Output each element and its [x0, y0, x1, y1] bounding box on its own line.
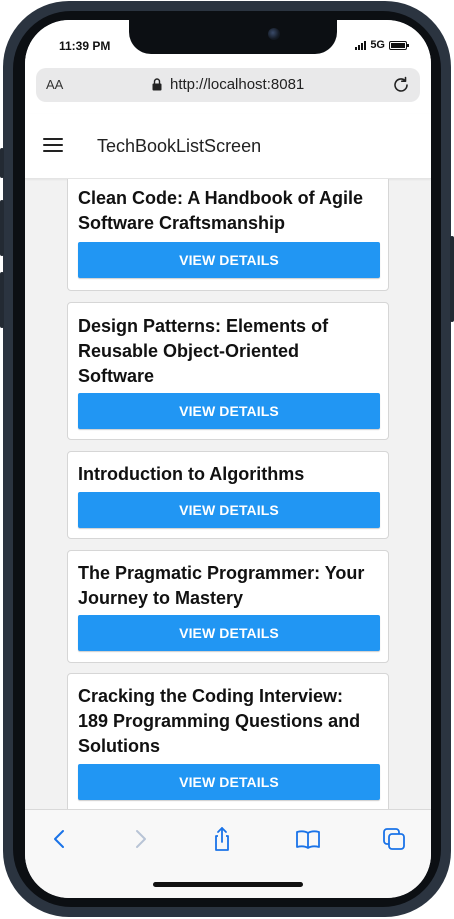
volume-down-button [0, 272, 4, 328]
battery-icon [389, 40, 409, 50]
text-size-button[interactable]: AA [46, 77, 63, 92]
tabs-icon[interactable] [381, 826, 407, 852]
home-indicator [153, 882, 303, 887]
book-title: The Pragmatic Programmer: Your Journey t… [78, 563, 365, 608]
page-title: TechBookListScreen [97, 136, 262, 156]
view-details-button[interactable]: VIEW DETAILS [78, 764, 380, 800]
bookmarks-icon[interactable] [295, 826, 321, 852]
url-field[interactable]: AA http://localhost:8081 [36, 68, 420, 102]
book-card: The Pragmatic Programmer: Your Journey t… [67, 550, 389, 663]
share-icon[interactable] [209, 826, 235, 852]
book-title: Design Patterns: Elements of Reusable Ob… [78, 316, 329, 386]
notch [129, 20, 337, 54]
view-details-button[interactable]: VIEW DETAILS [78, 393, 380, 429]
lock-icon [152, 78, 162, 91]
status-time: 11:39 PM [59, 39, 111, 53]
view-details-button[interactable]: VIEW DETAILS [78, 242, 380, 278]
book-title: Clean Code: A Handbook of Agile Software… [78, 188, 364, 233]
reload-icon[interactable] [390, 74, 412, 96]
power-button [450, 236, 454, 322]
view-details-button[interactable]: VIEW DETAILS [78, 492, 380, 528]
app-header: TechBookListScreen [25, 114, 431, 179]
mute-switch [0, 148, 4, 178]
view-details-button[interactable]: VIEW DETAILS [78, 615, 380, 651]
book-card: Introduction to Algorithms VIEW DETAILS [67, 451, 389, 539]
url-text: http://localhost:8081 [170, 76, 305, 93]
book-card: Design Patterns: Elements of Reusable Ob… [67, 302, 389, 440]
signal-icon [355, 40, 367, 50]
back-icon[interactable] [47, 826, 73, 852]
book-card: Cracking the Coding Interview: 189 Progr… [67, 673, 389, 809]
network-type: 5G [370, 39, 385, 51]
forward-icon [136, 830, 146, 848]
book-title: Cracking the Coding Interview: 189 Progr… [78, 686, 361, 756]
browser-address-bar: AA http://localhost:8081 [25, 68, 431, 114]
book-title: Introduction to Algorithms [78, 464, 305, 484]
volume-up-button [0, 200, 4, 256]
camera-icon [268, 28, 280, 40]
book-list[interactable]: Clean Code: A Handbook of Agile Software… [25, 179, 431, 809]
book-card: Clean Code: A Handbook of Agile Software… [67, 179, 389, 291]
menu-icon[interactable] [43, 138, 63, 154]
phone-screen: 11:39 PM 5G AA http://localhost:8081 Tec… [25, 20, 431, 898]
status-indicators: 5G [355, 39, 409, 51]
